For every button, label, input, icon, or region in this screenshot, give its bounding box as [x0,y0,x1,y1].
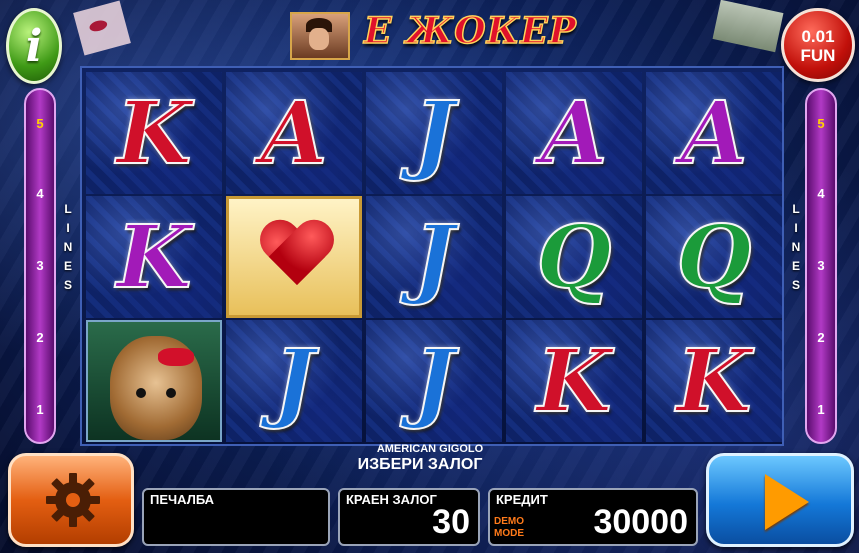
reel-cell: J [366,320,502,442]
win-display: ПЕЧАЛБА [142,488,330,546]
reel-grid: K K A J J J J A Q K A Q K [80,66,784,446]
lines-panel-right: 5 4 3 2 1 [805,88,837,444]
reel-cell: A [226,72,362,194]
total-bet-display[interactable]: КРАЕН ЗАЛОГ 30 [338,488,480,546]
credit-label: КРЕДИТ [496,492,548,507]
total-bet-label: КРАЕН ЗАЛОГ [346,492,437,507]
symbol-j: J [413,82,456,185]
yorkie-dog-icon [110,336,202,440]
reel-cell: K [86,72,222,194]
reel-cell: J [366,72,502,194]
line-indicator-3[interactable]: 3 [26,258,54,273]
symbol-k: K [676,330,753,433]
symbol-k: K [116,82,193,185]
reel-cell: A [506,72,642,194]
reel-cell: K [506,320,642,442]
gigolo-portrait-logo [290,12,350,60]
info-button[interactable]: i [6,8,62,84]
line-indicator-4[interactable]: 4 [807,186,835,201]
dog-eye [166,388,176,398]
line-indicator-2[interactable]: 2 [26,330,54,345]
win-label: ПЕЧАЛБА [150,492,215,507]
symbol-q: Q [676,206,753,309]
symbol-a: K [116,206,193,309]
line-indicator-2[interactable]: 2 [807,330,835,345]
play-icon [765,474,809,530]
line-indicator-3[interactable]: 3 [807,258,835,273]
spin-button[interactable] [706,453,854,547]
line-indicator-5[interactable]: 5 [807,116,835,131]
lines-label-right: L I N E S [789,200,803,295]
lines-letter: L [64,202,72,216]
symbol-a: A [680,82,749,185]
lines-letter: N [63,240,73,254]
reel-cell: Q [646,196,782,318]
total-bet-value: 30 [432,503,470,541]
dog-eye [136,388,146,398]
reel-cell: K [646,320,782,442]
lines-letter: E [791,259,800,273]
lines-letter: E [63,259,72,273]
symbol-a: A [540,82,609,185]
game-logo-title: E ЖОКЕР [363,9,577,53]
credit-display: КРЕДИТ DEMO MODE 30000 [488,488,698,546]
credit-value: 30000 [593,503,688,541]
game-name: AMERICAN GIGOLO [376,443,484,455]
mode-label: MODE [494,528,524,539]
reel-cell: A [646,72,782,194]
reel-cell: J [226,320,362,442]
demo-mode-badge: DEMO MODE [494,516,524,540]
line-indicator-4[interactable]: 4 [26,186,54,201]
denomination-value: 0.01 [801,27,835,46]
demo-label: DEMO [494,516,524,527]
lines-letter: L [792,202,800,216]
bow-icon [158,348,194,366]
lines-letter: I [66,221,70,235]
lines-letter: S [63,278,72,292]
lines-letter: I [794,221,798,235]
symbol-q: Q [536,206,613,309]
symbol-k: A [260,82,329,185]
reel-cell: K [86,196,222,318]
lines-label-left: L I N E S [61,200,75,295]
line-indicator-1[interactable]: 1 [26,402,54,417]
reel-cell-heart-symbol [226,196,362,318]
info-icon: i [25,21,43,72]
lines-panel-left: 5 4 3 2 1 [24,88,56,444]
symbol-k: K [536,330,613,433]
lines-letter: N [791,240,801,254]
symbol-j: J [413,330,456,433]
reel-cell: Q [506,196,642,318]
lines-letter: S [791,278,800,292]
symbol-j: J [413,206,456,309]
denomination-button[interactable]: 0.01 FUN [781,8,855,82]
settings-button[interactable] [8,453,134,547]
rose-heart-icon [259,221,335,291]
symbol-j: J [273,330,316,433]
line-indicator-5[interactable]: 5 [26,116,54,131]
currency-label: FUN [800,46,836,65]
reel-cell: J [366,196,502,318]
line-indicator-1[interactable]: 1 [807,402,835,417]
reel-cell-dog-symbol [86,320,222,442]
gear-icon [46,473,100,527]
select-bet-prompt: ИЗБЕРИ ЗАЛОГ [357,456,483,473]
